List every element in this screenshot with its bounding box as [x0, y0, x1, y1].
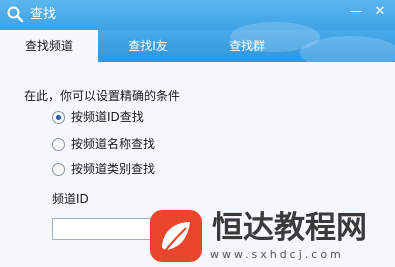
- tab-bar: 查找频道 查找I友 查找群: [0, 22, 395, 70]
- watermark-url: www.sxhdcj.com: [210, 248, 344, 261]
- search-icon: [7, 6, 24, 23]
- minimize-button[interactable]: —: [346, 3, 366, 21]
- channel-id-label: 频道ID: [52, 192, 89, 206]
- tab-find-friend[interactable]: 查找I友: [98, 30, 198, 62]
- channel-id-input[interactable]: [52, 218, 152, 240]
- title-bar[interactable]: 查找 — ✕: [0, 0, 395, 30]
- form-prompt: 在此，你可以设置精确的条件: [24, 89, 181, 103]
- radio-button[interactable]: [52, 111, 65, 124]
- watermark-title: 恒达教程网: [212, 210, 367, 246]
- leaf-logo-icon: [150, 210, 202, 262]
- radio-button[interactable]: [52, 138, 65, 151]
- option-label: 按频道类别查找: [71, 162, 156, 176]
- tab-find-group[interactable]: 查找群: [198, 30, 296, 62]
- tab-find-channel[interactable]: 查找频道: [0, 30, 98, 62]
- watermark: 恒达教程网 www.sxhdcj.com: [148, 206, 395, 267]
- close-button[interactable]: ✕: [370, 3, 390, 21]
- search-window: 查找 — ✕ 查找频道 查找I友 查找群 在此，你可以设置精确的条件 按频道ID…: [0, 0, 395, 267]
- window-title: 查找: [30, 7, 57, 22]
- option-label: 按频道ID查找: [71, 110, 144, 124]
- option-label: 按频道名称查找: [71, 137, 156, 151]
- radio-button[interactable]: [52, 163, 65, 176]
